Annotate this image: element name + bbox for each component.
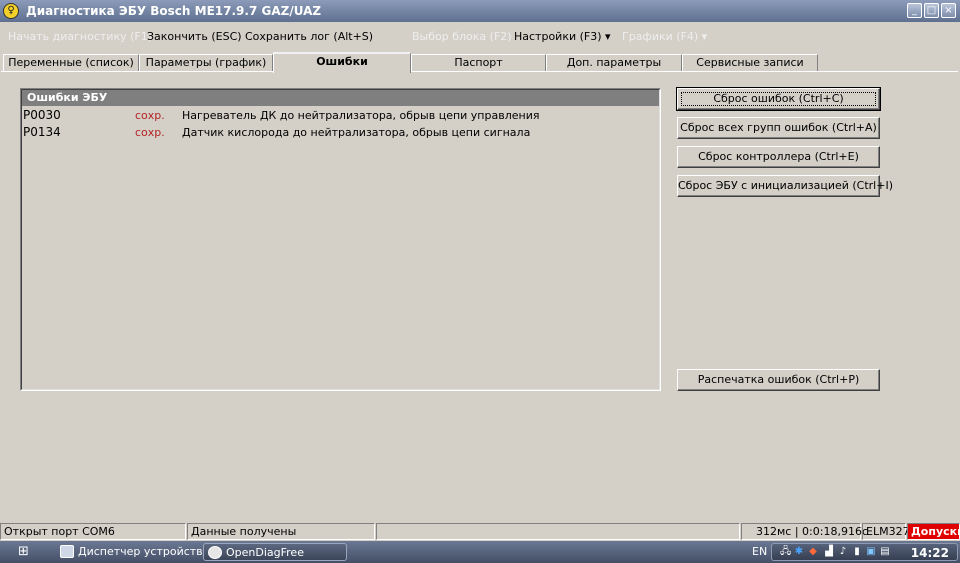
taskbar: ⊞ Диспетчер устройств OpenDiagFree EN 🖧 … bbox=[0, 541, 960, 563]
maximize-button[interactable]: □ bbox=[924, 3, 939, 18]
task-device-manager[interactable]: Диспетчер устройств bbox=[56, 543, 203, 561]
ecu-errors-panel: Ошибки ЭБУ P0030 сохр. Нагреватель ДК до… bbox=[20, 88, 661, 391]
error-description: Датчик кислорода до нейтрализатора, обры… bbox=[182, 126, 531, 139]
reset-controller-button[interactable]: Сброс контроллера (Ctrl+E) bbox=[677, 146, 880, 168]
error-status: сохр. bbox=[135, 126, 165, 139]
error-row[interactable]: P0134 сохр. Датчик кислорода до нейтрали… bbox=[22, 123, 659, 140]
window-controls: _ □ × bbox=[907, 3, 956, 18]
tab-variables-list[interactable]: Переменные (список) bbox=[3, 54, 139, 71]
close-button[interactable]: × bbox=[941, 3, 956, 18]
reset-all-groups-button[interactable]: Сброс всех групп ошибок (Ctrl+A) bbox=[677, 117, 880, 139]
menu-settings[interactable]: Настройки (F3) ▾ bbox=[514, 30, 611, 43]
bluetooth-icon[interactable]: ✱ bbox=[794, 547, 804, 557]
start-button-icon[interactable]: ⊞ bbox=[18, 544, 44, 560]
tab-errors[interactable]: Ошибки bbox=[273, 52, 411, 73]
task-label: OpenDiagFree bbox=[226, 546, 304, 559]
tab-service-records[interactable]: Сервисные записи bbox=[682, 54, 818, 71]
network-icon[interactable]: 🖧 bbox=[780, 547, 791, 557]
app-icon bbox=[208, 546, 222, 559]
status-empty bbox=[376, 523, 740, 540]
menu-start-diagnostics[interactable]: Начать диагностику (F1) bbox=[8, 30, 152, 43]
error-code: P0030 bbox=[23, 108, 61, 122]
reset-ecu-init-button[interactable]: Сброс ЭБУ с инициализацией (Ctrl+I) bbox=[677, 175, 893, 197]
minimize-button[interactable]: _ bbox=[907, 3, 922, 18]
display-icon[interactable]: ▣ bbox=[866, 547, 876, 557]
battery-icon[interactable]: ▮ bbox=[852, 547, 862, 557]
title-bar: ♀ Диагностика ЭБУ Bosch ME17.9.7 GAZ/UAZ… bbox=[0, 0, 960, 22]
error-code: P0134 bbox=[23, 125, 61, 139]
window-title: Диагностика ЭБУ Bosch ME17.9.7 GAZ/UAZ bbox=[26, 4, 322, 18]
task-opendiagfree[interactable]: OpenDiagFree bbox=[203, 543, 347, 561]
error-row[interactable]: P0030 сохр. Нагреватель ДК до нейтрализа… bbox=[22, 106, 659, 123]
print-errors-button[interactable]: Распечатка ошибок (Ctrl+P) bbox=[677, 369, 880, 391]
task-label: Диспетчер устройств bbox=[78, 545, 203, 558]
error-description: Нагреватель ДК до нейтрализатора, обрыв … bbox=[182, 109, 540, 122]
monitor-icon bbox=[60, 545, 74, 558]
system-tray: 🖧 ✱ ◆ ▟ ♪ ▮ ▣ ▤ 14:22 bbox=[771, 543, 958, 561]
app-logo-icon: ♀ bbox=[3, 3, 19, 19]
status-bar: Открыт порт COM6 Данные получены 312мс |… bbox=[0, 522, 960, 541]
tab-bar: Переменные (список) Параметры (график) О… bbox=[0, 52, 960, 73]
status-data: Данные получены bbox=[187, 523, 375, 540]
tab-passport[interactable]: Паспорт bbox=[411, 54, 546, 71]
usb-icon[interactable]: ◆ bbox=[808, 547, 818, 557]
menu-select-block[interactable]: Выбор блока (F2) bbox=[412, 30, 512, 43]
errors-panel-header: Ошибки ЭБУ bbox=[22, 90, 659, 106]
status-timing: 312мс | 0:0:18,916с bbox=[741, 523, 868, 540]
menu-bar: Начать диагностику (F1) Закончить (ESC) … bbox=[0, 25, 960, 47]
status-port: Открыт порт COM6 bbox=[0, 523, 186, 540]
signal-icon[interactable]: ▟ bbox=[824, 547, 834, 557]
volume-icon[interactable]: ♪ bbox=[838, 547, 848, 557]
tab-parameters-graph[interactable]: Параметры (график) bbox=[139, 54, 273, 71]
menu-graphs[interactable]: Графики (F4) ▾ bbox=[622, 30, 707, 43]
focus-rect bbox=[681, 92, 876, 106]
menu-finish[interactable]: Закончить (ESC) bbox=[147, 30, 242, 43]
reset-errors-button[interactable]: Сброс ошибок (Ctrl+C) bbox=[676, 87, 881, 111]
status-alert-badge: Допуски bbox=[907, 523, 960, 540]
clock[interactable]: 14:22 bbox=[911, 546, 949, 560]
keyboard-icon[interactable]: ▤ bbox=[880, 547, 890, 557]
tab-extra-params[interactable]: Доп. параметры bbox=[546, 54, 682, 71]
menu-save-log[interactable]: Сохранить лог (Alt+S) bbox=[245, 30, 373, 43]
status-adapter: ELM327 bbox=[862, 523, 910, 540]
language-indicator[interactable]: EN bbox=[752, 545, 767, 558]
error-status: сохр. bbox=[135, 109, 165, 122]
